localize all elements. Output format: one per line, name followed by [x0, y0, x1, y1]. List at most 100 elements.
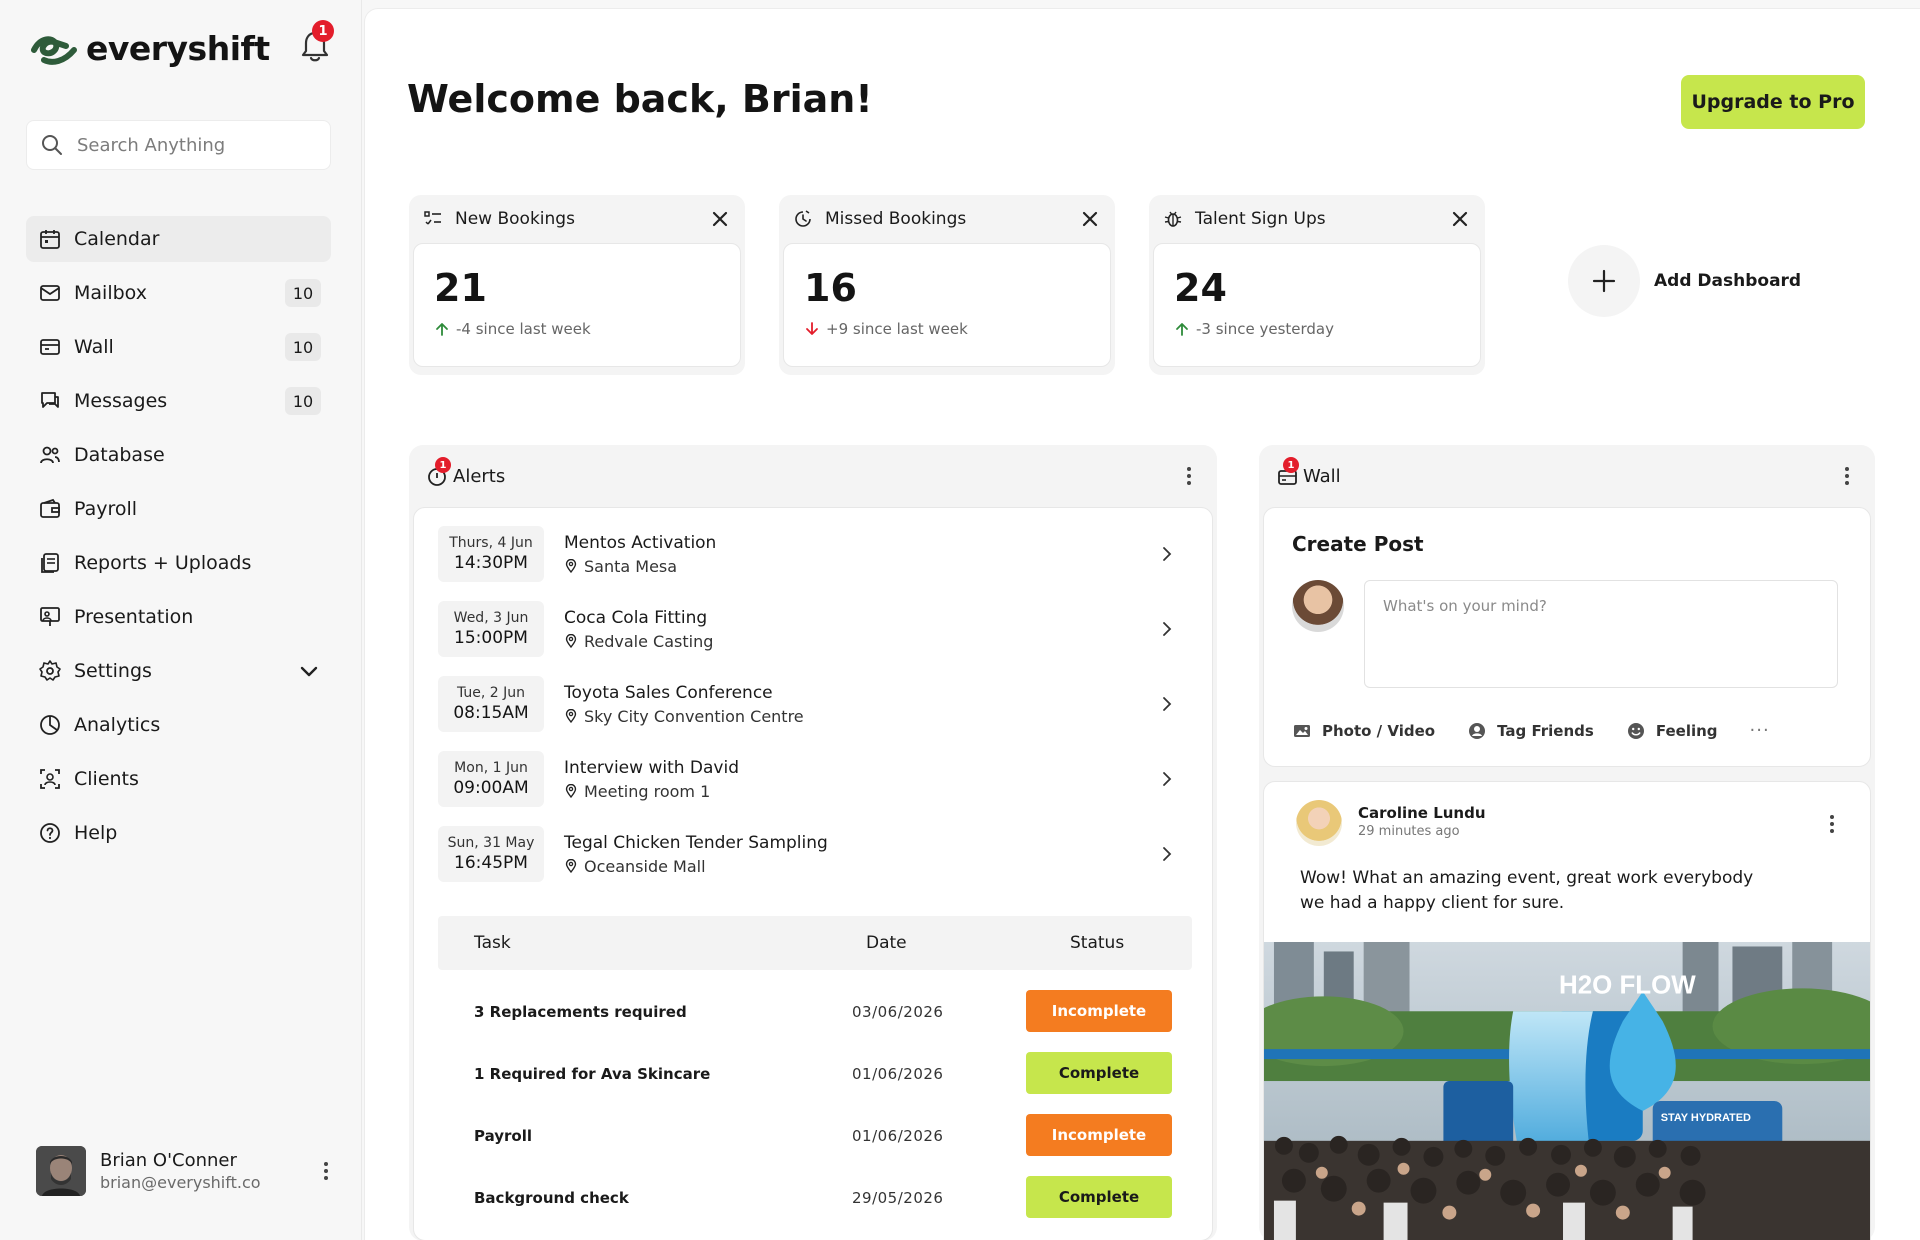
alert-item[interactable]: Thurs, 4 Jun 14:30PM Mentos Activation S…: [438, 526, 1178, 582]
sidebar-item-label: Help: [74, 822, 118, 844]
photo-video-button[interactable]: Photo / Video: [1292, 721, 1435, 741]
alert-day: Mon, 1 Jun: [454, 760, 528, 776]
column-header-date: Date: [866, 933, 907, 953]
stat-change: -4 since last week: [456, 320, 591, 338]
status-badge[interactable]: Complete: [1026, 1176, 1172, 1218]
user-menu-icon[interactable]: [316, 1159, 336, 1183]
avatar: [1292, 580, 1344, 632]
wall-icon: [40, 339, 60, 355]
sidebar-item-clients[interactable]: Clients: [26, 756, 331, 802]
arrow-up-icon: [1176, 323, 1188, 336]
sidebar-item-presentation[interactable]: Presentation: [26, 594, 331, 640]
status-badge[interactable]: Complete: [1026, 1052, 1172, 1094]
sidebar-item-analytics[interactable]: Analytics: [26, 702, 331, 748]
sidebar-item-database[interactable]: Database: [26, 432, 331, 478]
location-pin-icon: [565, 709, 577, 723]
feeling-button[interactable]: Feeling: [1626, 721, 1718, 741]
table-row: 3 Replacements required 03/06/2026 Incom…: [438, 990, 1192, 1034]
sidebar-item-calendar[interactable]: Calendar: [26, 216, 331, 262]
count-badge: 10: [285, 387, 321, 415]
alerts-menu-icon[interactable]: [1179, 464, 1199, 488]
arrow-down-icon: [806, 322, 818, 335]
status-badge[interactable]: Incomplete: [1026, 990, 1172, 1032]
sidebar-item-label: Messages: [74, 390, 168, 412]
alerts-badge: 1: [435, 457, 451, 473]
column-header-task: Task: [474, 933, 511, 953]
alert-item[interactable]: Wed, 3 Jun 15:00PM Coca Cola Fitting Red…: [438, 601, 1178, 657]
sidebar-item-payroll[interactable]: Payroll: [26, 486, 331, 532]
sidebar-item-label: Presentation: [74, 606, 194, 628]
post-input[interactable]: [1364, 580, 1838, 688]
wallet-icon: [40, 498, 60, 518]
stat-card-new-bookings: New Bookings 21 -4 since last week: [409, 195, 745, 375]
sidebar-item-mailbox[interactable]: Mailbox 10: [26, 270, 331, 316]
table-row: Background check 29/05/2026 Complete: [438, 1176, 1192, 1220]
alert-location: Meeting room 1: [584, 781, 711, 801]
status-badge[interactable]: Incomplete: [1026, 1114, 1172, 1156]
sidebar-item-reports[interactable]: Reports + Uploads: [26, 540, 331, 586]
avatar: [1296, 800, 1342, 846]
gear-icon: [39, 660, 61, 681]
presentation-icon: [40, 607, 60, 626]
count-badge: 10: [285, 333, 321, 361]
upgrade-button[interactable]: Upgrade to Pro: [1681, 75, 1865, 129]
task-name: 3 Replacements required: [474, 1003, 687, 1021]
chevron-down-icon[interactable]: [297, 659, 321, 683]
sidebar-item-settings[interactable]: Settings: [26, 648, 331, 694]
close-icon[interactable]: [1449, 208, 1471, 230]
task-table-header: Task Date Status: [438, 916, 1192, 970]
stat-title: Missed Bookings: [825, 209, 967, 229]
user-profile[interactable]: Brian O'Conner brian@everyshift.co: [36, 1146, 336, 1196]
table-row: Payroll 01/06/2026 Incomplete: [438, 1114, 1192, 1158]
alert-item[interactable]: Mon, 1 Jun 09:00AM Interview with David …: [438, 751, 1178, 807]
sidebar-item-label: Payroll: [74, 498, 138, 520]
post-menu-icon[interactable]: [1822, 812, 1842, 836]
messages-icon: [41, 392, 59, 408]
chevron-right-icon: [1163, 847, 1172, 861]
close-icon[interactable]: [709, 208, 731, 230]
search-input[interactable]: [77, 134, 317, 156]
sidebar-item-help[interactable]: Help: [26, 810, 331, 856]
alert-item[interactable]: Tue, 2 Jun 08:15AM Toyota Sales Conferen…: [438, 676, 1178, 732]
alert-time: 08:15AM: [453, 703, 529, 723]
action-label: Feeling: [1655, 721, 1718, 740]
arrow-up-icon: [436, 323, 448, 336]
analytics-icon: [40, 715, 60, 735]
add-dashboard-button[interactable]: Add Dashboard: [1568, 245, 1801, 317]
avatar: [36, 1146, 86, 1196]
alert-time: 09:00AM: [453, 778, 529, 798]
user-name: Brian O'Conner: [100, 1150, 237, 1171]
location-pin-icon: [565, 559, 577, 573]
sidebar-item-wall[interactable]: Wall 10: [26, 324, 331, 370]
post-author[interactable]: Caroline Lundu: [1358, 804, 1486, 822]
alert-item[interactable]: Sun, 31 May 16:45PM Tegal Chicken Tender…: [438, 826, 1178, 882]
task-name: Payroll: [474, 1127, 533, 1145]
add-dashboard-label: Add Dashboard: [1654, 271, 1802, 291]
close-icon[interactable]: [1079, 208, 1101, 230]
chevron-right-icon: [1163, 622, 1172, 636]
reports-icon: [41, 553, 59, 573]
post-timestamp: 29 minutes ago: [1358, 824, 1460, 839]
alert-title: Tegal Chicken Tender Sampling: [564, 832, 828, 853]
location-pin-icon: [565, 784, 577, 798]
post-photo[interactable]: H2O FLOW STAY HYDRATED #FLOW: [1264, 942, 1870, 1240]
sidebar: everyshift 1 Calendar Mailbox 10 Wall 10: [0, 0, 362, 1240]
event-photo-icon: H2O FLOW STAY HYDRATED #FLOW: [1264, 942, 1870, 1240]
user-tag-icon: [1469, 722, 1486, 739]
chevron-right-icon: [1163, 697, 1172, 711]
alert-location: Redvale Casting: [584, 631, 714, 651]
brand-logo[interactable]: everyshift: [30, 26, 270, 70]
count-badge: 10: [285, 279, 321, 307]
tag-friends-button[interactable]: Tag Friends: [1467, 721, 1594, 741]
stat-card-talent-sign-ups: Talent Sign Ups 24 -3 since yesterday: [1149, 195, 1485, 375]
sidebar-item-messages[interactable]: Messages 10: [26, 378, 331, 424]
page-title: Welcome back, Brian!: [407, 77, 873, 121]
more-options-icon[interactable]: ···: [1750, 720, 1770, 741]
sidebar-item-label: Database: [74, 444, 165, 466]
stat-change: +9 since last week: [826, 320, 968, 338]
stat-value: 16: [804, 266, 857, 310]
stat-change: -3 since yesterday: [1196, 320, 1334, 338]
alert-date: Sun, 31 May 16:45PM: [438, 826, 544, 882]
smiley-icon: [1627, 722, 1644, 739]
wall-menu-icon[interactable]: [1837, 464, 1857, 488]
